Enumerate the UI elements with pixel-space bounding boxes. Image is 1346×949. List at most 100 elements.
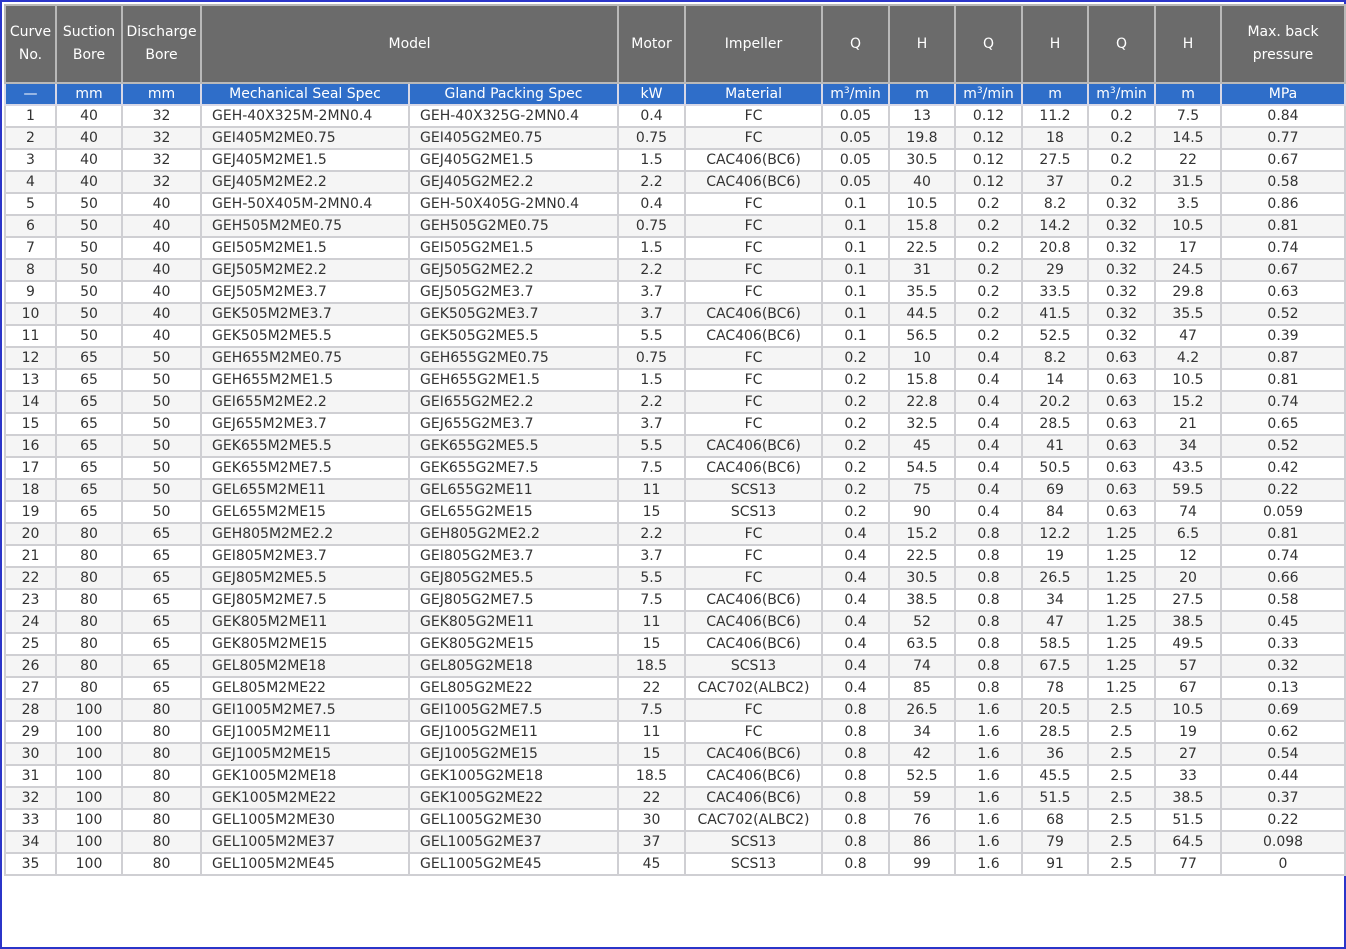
cell-impeller: FC (684, 698, 824, 722)
cell-motor: 7.5 (617, 698, 687, 722)
cell-motor: 3.7 (617, 412, 687, 436)
cell-h2: 51.5 (1021, 786, 1090, 810)
cell-q2: 0.4 (954, 368, 1024, 392)
cell-gland-model: GEK505G2ME5.5 (407, 324, 620, 348)
cell-curve-no: 14 (4, 390, 57, 414)
cell-q3: 0.63 (1087, 368, 1157, 392)
cell-discharge: 50 (121, 368, 202, 392)
table-row: 15 65 50 GEJ655M2ME3.7 GEJ655G2ME3.7 3.7 FC 0.2… (4, 412, 1346, 436)
cell-motor: 15 (617, 742, 687, 766)
cell-h1: 90 (888, 500, 957, 524)
table-row: 25 80 65 GEK805M2ME15 GEK805G2ME15 15 CAC406(B… (4, 632, 1346, 656)
cell-curve-no: 34 (4, 830, 57, 854)
cell-q1: 0.1 (821, 214, 891, 238)
cell-q1: 0.8 (821, 720, 891, 744)
cell-motor: 22 (617, 786, 687, 810)
cell-mech-seal-model: GEI1005M2ME7.5 (200, 698, 410, 722)
cell-h2: 79 (1021, 830, 1090, 854)
cell-h3: 6.5 (1154, 522, 1223, 546)
cell-h1: 32.5 (888, 412, 957, 436)
cell-q3: 2.5 (1087, 808, 1157, 832)
cell-motor: 3.7 (617, 544, 687, 568)
col-h3: H (1154, 4, 1223, 84)
cell-gland-model: GEH505G2ME0.75 (407, 214, 620, 238)
cell-impeller: SCS13 (684, 654, 824, 678)
cell-q1: 0.05 (821, 126, 891, 150)
cell-curve-no: 1 (4, 104, 57, 128)
cell-discharge: 32 (121, 104, 202, 128)
cell-motor: 5.5 (617, 324, 687, 348)
cell-impeller: SCS13 (684, 478, 824, 502)
cell-h2: 8.2 (1021, 192, 1090, 216)
cell-mech-seal-model: GEH655M2ME1.5 (200, 368, 410, 392)
cell-h2: 50.5 (1021, 456, 1090, 480)
col-suction-bore: Suction Bore (55, 4, 123, 84)
table-row: 24 80 65 GEK805M2ME11 GEK805G2ME11 11 CAC406(B… (4, 610, 1346, 634)
cell-q1: 0.4 (821, 610, 891, 634)
cell-h1: 74 (888, 654, 957, 678)
cell-q1: 0.1 (821, 280, 891, 304)
cell-mech-seal-model: GEL805M2ME18 (200, 654, 410, 678)
cell-discharge: 80 (121, 742, 202, 766)
cell-gland-model: GEH805G2ME2.2 (407, 522, 620, 546)
pump-spec-table: Curve No. Suction Bore Discharge Bore Mo… (4, 4, 1346, 876)
cell-discharge: 50 (121, 456, 202, 480)
table-row: 13 65 50 GEH655M2ME1.5 GEH655G2ME1.5 1.5 FC 0.2… (4, 368, 1346, 392)
cell-mech-seal-model: GEK805M2ME15 (200, 632, 410, 656)
cell-impeller: FC (684, 236, 824, 260)
cell-gland-model: GEJ405G2ME1.5 (407, 148, 620, 172)
cell-q2: 0.4 (954, 434, 1024, 458)
cell-curve-no: 30 (4, 742, 57, 766)
cell-max-pressure: 0.13 (1220, 676, 1346, 700)
cell-q3: 1.25 (1087, 588, 1157, 612)
cell-max-pressure: 0.87 (1220, 346, 1346, 370)
cell-suction: 65 (55, 478, 123, 502)
cell-h2: 41 (1021, 434, 1090, 458)
cell-q3: 0.32 (1087, 324, 1157, 348)
cell-impeller: FC (684, 720, 824, 744)
table-row: 35 100 80 GEL1005M2ME45 GEL1005G2ME45 45 SCS13… (4, 852, 1346, 876)
cell-discharge: 50 (121, 412, 202, 436)
cell-motor: 11 (617, 720, 687, 744)
cell-suction: 100 (55, 764, 123, 788)
cell-q1: 0.2 (821, 368, 891, 392)
cell-curve-no: 31 (4, 764, 57, 788)
cell-motor: 2.2 (617, 258, 687, 282)
cell-impeller: CAC406(BC6) (684, 434, 824, 458)
cell-gland-model: GEL805G2ME18 (407, 654, 620, 678)
cell-gland-model: GEJ805G2ME7.5 (407, 588, 620, 612)
cell-h3: 35.5 (1154, 302, 1223, 326)
cell-max-pressure: 0.33 (1220, 632, 1346, 656)
table-row: 27 80 65 GEL805M2ME22 GEL805G2ME22 22 CAC702(A… (4, 676, 1346, 700)
cell-gland-model: GEJ505G2ME2.2 (407, 258, 620, 282)
cell-suction: 50 (55, 324, 123, 348)
cell-impeller: CAC702(ALBC2) (684, 808, 824, 832)
table-row: 20 80 65 GEH805M2ME2.2 GEH805G2ME2.2 2.2 FC 0.4… (4, 522, 1346, 546)
cell-discharge: 40 (121, 236, 202, 260)
cell-gland-model: GEJ405G2ME2.2 (407, 170, 620, 194)
cell-h1: 63.5 (888, 632, 957, 656)
cell-curve-no: 29 (4, 720, 57, 744)
cell-q2: 1.6 (954, 852, 1024, 876)
cell-max-pressure: 0.37 (1220, 786, 1346, 810)
cell-h3: 31.5 (1154, 170, 1223, 194)
unit-impeller: Material (684, 82, 824, 106)
cell-max-pressure: 0.81 (1220, 368, 1346, 392)
cell-impeller: CAC406(BC6) (684, 610, 824, 634)
cell-q3: 2.5 (1087, 720, 1157, 744)
cell-curve-no: 25 (4, 632, 57, 656)
cell-h3: 27 (1154, 742, 1223, 766)
cell-discharge: 80 (121, 764, 202, 788)
cell-motor: 2.2 (617, 522, 687, 546)
cell-max-pressure: 0.74 (1220, 544, 1346, 568)
cell-curve-no: 23 (4, 588, 57, 612)
cell-gland-model: GEH-50X405G-2MN0.4 (407, 192, 620, 216)
unit-suction: mm (55, 82, 123, 106)
cell-motor: 5.5 (617, 566, 687, 590)
cell-impeller: FC (684, 280, 824, 304)
cell-q1: 0.2 (821, 412, 891, 436)
cell-motor: 7.5 (617, 588, 687, 612)
cell-h2: 20.8 (1021, 236, 1090, 260)
cell-q2: 0.12 (954, 104, 1024, 128)
cell-max-pressure: 0.39 (1220, 324, 1346, 348)
